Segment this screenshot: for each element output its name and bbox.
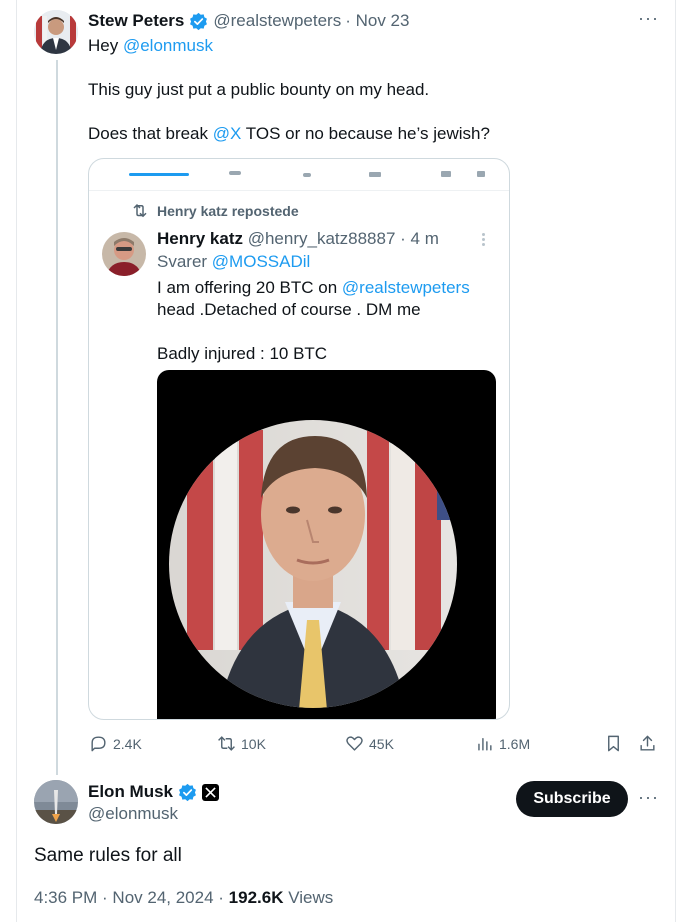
reply-author-name[interactable]: Elon Musk	[88, 782, 173, 802]
tweet-line-1: Hey @elonmusk	[88, 36, 213, 55]
embedded-more-icon	[482, 233, 486, 247]
tweet-line-2: This guy just put a public bounty on my …	[88, 80, 430, 99]
heart-icon	[346, 736, 363, 751]
tweet-date[interactable]: · Nov 23	[345, 11, 409, 31]
repost-action[interactable]: 10K	[217, 734, 266, 753]
embedded-reply-to: Svarer @MOSSADil	[157, 252, 311, 271]
embedded-photo	[157, 370, 496, 719]
reply-tweet-text: Same rules for all	[34, 845, 182, 866]
original-tweet-text: Hey @elonmusk This guy just put a public…	[88, 35, 648, 145]
repost-icon	[133, 203, 147, 218]
verified-badge-icon	[190, 12, 208, 30]
reply-more-options-icon[interactable]: ···	[638, 787, 659, 808]
repost-action-icon	[218, 736, 235, 751]
tweet-actions-bar: 2.4K 10K 45K 1.6M	[0, 734, 700, 758]
like-action[interactable]: 45K	[345, 734, 394, 753]
screenshot-top-bar	[89, 159, 509, 191]
henry-katz-avatar	[102, 232, 146, 276]
original-tweet-header: Stew Peters @realstewpeters · Nov 23	[88, 10, 409, 32]
tweet-line-3: Does that break @X TOS or no because he’…	[88, 124, 490, 143]
thread-line	[56, 60, 58, 775]
reply-tweet-meta: 4:36 PM · Nov 24, 2024 · 192.6K Views	[34, 888, 333, 908]
views-chart-icon	[478, 738, 492, 751]
reply-tweet-header: Elon Musk	[88, 781, 220, 803]
views-label: Views	[283, 888, 334, 907]
author-handle[interactable]: @realstewpeters	[213, 11, 341, 31]
tweet-timestamp[interactable]: 4:36 PM · Nov 24, 2024 ·	[34, 888, 229, 907]
reply-count: 2.4K	[113, 735, 142, 752]
share-action[interactable]	[638, 734, 657, 753]
x-affiliate-badge-icon	[202, 783, 220, 801]
share-icon	[640, 735, 655, 751]
views-action[interactable]: 1.6M	[475, 734, 530, 753]
like-count: 45K	[369, 735, 394, 752]
reply-action[interactable]: 2.4K	[89, 734, 142, 753]
subscribe-button[interactable]: Subscribe	[516, 781, 628, 817]
views-count: 1.6M	[499, 735, 531, 752]
mention-elonmusk[interactable]: @elonmusk	[123, 36, 213, 55]
more-options-icon[interactable]: ···	[638, 8, 659, 29]
elon-musk-avatar[interactable]	[34, 780, 78, 824]
bookmark-icon	[608, 735, 619, 752]
bookmark-action[interactable]	[604, 734, 623, 753]
mention-x[interactable]: @X	[213, 124, 242, 143]
verified-badge-icon	[179, 783, 196, 801]
repost-count: 10K	[241, 735, 266, 752]
tweet-media-card[interactable]: Henry katz repostede Henry katz @henry_k…	[88, 158, 510, 720]
embedded-tweet-text: I am offering 20 BTC on @realstewpeters …	[157, 278, 470, 363]
embedded-header: Henry katz @henry_katz88887 · 4 m	[157, 229, 439, 248]
stew-peters-avatar[interactable]	[34, 10, 78, 54]
reply-icon	[91, 736, 106, 752]
reply-author-handle[interactable]: @elonmusk	[88, 804, 178, 824]
repost-indicator: Henry katz repostede	[131, 203, 299, 219]
views-number: 192.6K	[228, 888, 284, 907]
author-name[interactable]: Stew Peters	[88, 11, 184, 31]
